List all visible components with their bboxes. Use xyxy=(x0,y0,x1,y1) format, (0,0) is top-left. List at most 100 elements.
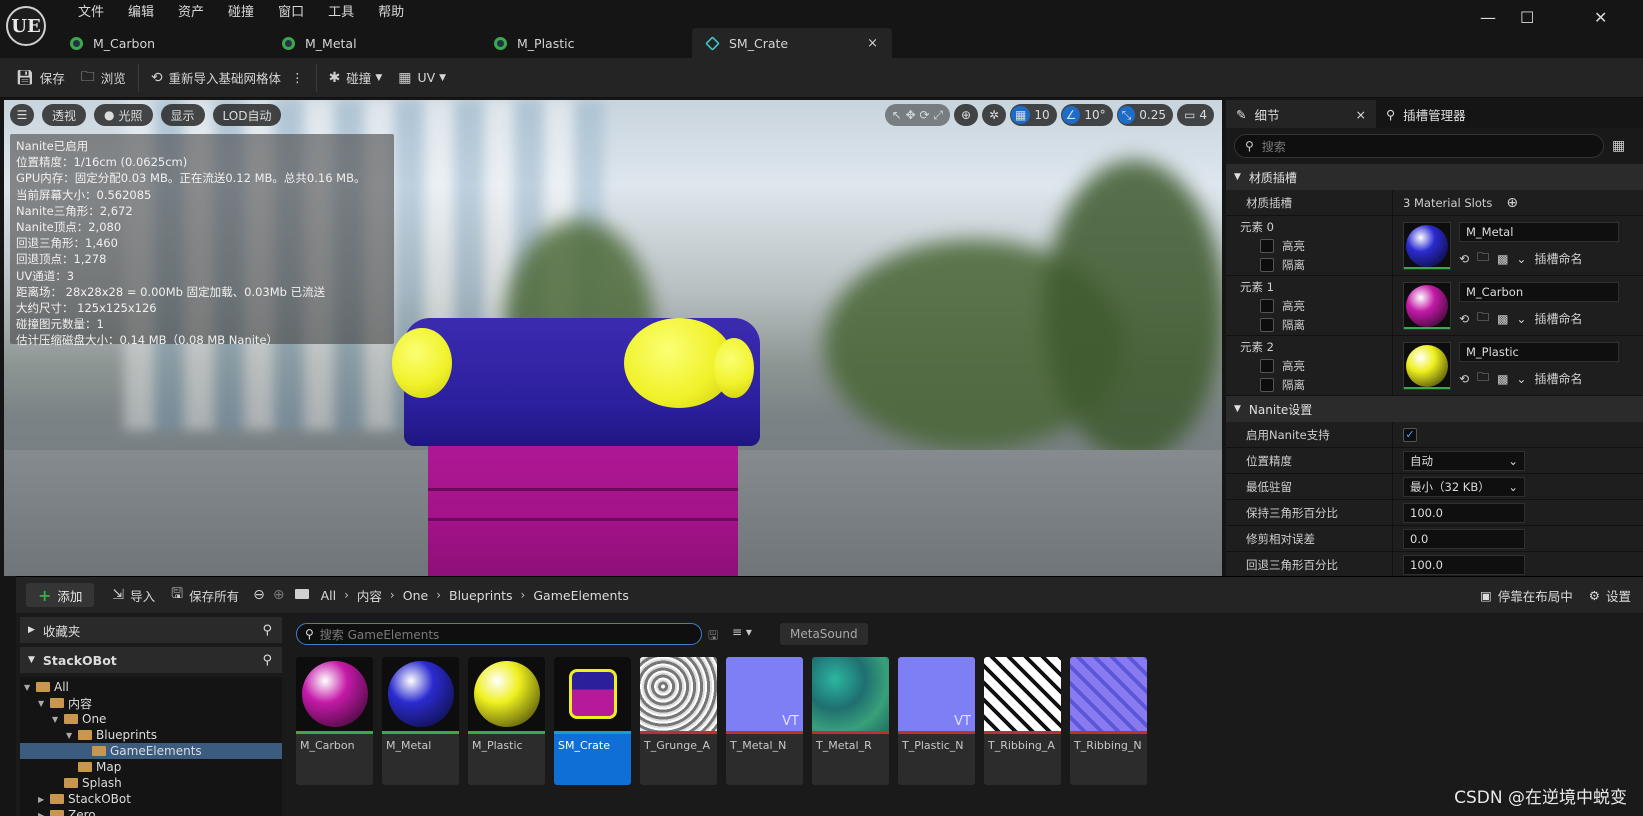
save-all-button[interactable]: 🖫 保存所有 xyxy=(163,581,247,609)
isolate-checkbox[interactable] xyxy=(1260,257,1274,272)
transform-modes[interactable]: ↖ ✥ ⟳ ⤢ xyxy=(884,104,951,126)
breadcrumb-item[interactable]: 内容 xyxy=(357,586,382,605)
menu-item[interactable]: 碰撞 xyxy=(216,4,266,22)
chevron-down-icon[interactable]: ⌄ xyxy=(1516,312,1526,326)
enable-nanite-checkbox[interactable]: ✓ xyxy=(1403,427,1417,442)
highlight-checkbox-row[interactable]: 高亮 xyxy=(1240,358,1305,374)
viewport-menu-button[interactable]: ☰ xyxy=(10,104,34,126)
breadcrumb-item[interactable]: Blueprints xyxy=(449,588,513,603)
browse-folder-icon[interactable]: 🗀 xyxy=(1477,368,1489,389)
lod-button[interactable]: LOD自动 xyxy=(212,104,282,126)
asset-tile[interactable]: M_Metal xyxy=(382,657,459,785)
setting-number-field[interactable]: 100.0 xyxy=(1403,554,1525,575)
checker-icon[interactable]: ▩ xyxy=(1497,312,1508,326)
collision-dropdown[interactable]: ✱ 碰撞 ▼ xyxy=(321,64,391,92)
more-options-icon[interactable]: ⋮ xyxy=(291,70,304,85)
chevron-down-icon[interactable]: ⌄ xyxy=(1516,372,1526,386)
folder-tree-item[interactable]: Splash xyxy=(20,775,282,791)
isolate-checkbox-row[interactable]: 隔离 xyxy=(1240,317,1305,333)
reset-arrow-icon[interactable]: ⟲ xyxy=(1459,252,1469,266)
setting-number-field[interactable]: 100.0 xyxy=(1403,502,1525,523)
asset-tile[interactable]: T_Ribbing_A xyxy=(984,657,1061,785)
folder-tree-item[interactable]: ▼ Blueprints xyxy=(20,727,282,743)
lighting-button[interactable]: ● 光照 xyxy=(94,104,153,126)
material-thumbnail[interactable] xyxy=(1403,221,1451,270)
menu-item[interactable]: 工具 xyxy=(316,4,366,22)
highlight-checkbox-row[interactable]: 高亮 xyxy=(1240,298,1305,314)
search-icon[interactable]: ⚲ xyxy=(262,653,272,668)
section-material-slots[interactable]: ▼ 材质插槽 xyxy=(1226,164,1643,190)
asset-tile[interactable]: M_Plastic xyxy=(468,657,545,785)
menu-item[interactable]: 帮助 xyxy=(366,4,416,22)
tab-details[interactable]: ✎ 细节 × xyxy=(1226,100,1376,128)
material-thumbnail[interactable] xyxy=(1403,341,1451,390)
project-header[interactable]: ▼ StackOBot ⚲ xyxy=(20,647,282,673)
breadcrumb-item[interactable]: All xyxy=(321,588,337,603)
folder-tree-item[interactable]: GameElements xyxy=(20,743,282,759)
setting-number-field[interactable]: 0.0 xyxy=(1403,528,1525,549)
isolate-checkbox-row[interactable]: 隔离 xyxy=(1240,257,1305,273)
reset-arrow-icon[interactable]: ⟲ xyxy=(1459,372,1469,386)
favorites-header[interactable]: ▶ 收藏夹 ⚲ xyxy=(20,617,282,643)
scale-snap-button[interactable]: ⤡ 0.25 xyxy=(1116,104,1174,126)
close-window-button[interactable]: ✕ xyxy=(1594,8,1607,27)
close-icon[interactable]: × xyxy=(867,36,878,51)
browse-folder-icon[interactable]: 🗀 xyxy=(1477,308,1489,329)
table-view-icon[interactable]: ▦ xyxy=(1612,138,1625,154)
details-search-input[interactable]: ⚲ 搜索 xyxy=(1234,134,1604,158)
editor-tab[interactable]: SM_Crate × xyxy=(692,28,892,58)
add-slot-icon[interactable]: ⊕ xyxy=(1506,195,1518,211)
setting-dropdown[interactable]: 自动 ⌄ xyxy=(1403,450,1525,471)
world-local-toggle[interactable]: ⊕ xyxy=(954,104,979,126)
menu-item[interactable]: 窗口 xyxy=(266,4,316,22)
show-button[interactable]: 显示 xyxy=(160,104,205,126)
checker-icon[interactable]: ▩ xyxy=(1497,252,1508,266)
filter-icon[interactable]: ≡ ▾ xyxy=(732,625,752,639)
close-icon[interactable]: × xyxy=(1356,107,1366,122)
reset-arrow-icon[interactable]: ⟲ xyxy=(1459,312,1469,326)
menu-item[interactable]: 资产 xyxy=(166,4,216,22)
editor-tab[interactable]: M_Plastic xyxy=(480,28,692,58)
menu-item[interactable]: 编辑 xyxy=(116,4,166,22)
isolate-checkbox[interactable] xyxy=(1260,377,1274,392)
unreal-logo[interactable]: UE xyxy=(6,6,46,46)
section-nanite[interactable]: ▼ Nanite设置 xyxy=(1226,396,1643,422)
material-name-field[interactable]: M_Carbon xyxy=(1459,282,1619,302)
isolate-checkbox-row[interactable]: 隔离 xyxy=(1240,377,1305,393)
highlight-checkbox[interactable] xyxy=(1260,358,1274,373)
checker-icon[interactable]: ▩ xyxy=(1497,372,1508,386)
folder-tree-item[interactable]: Map xyxy=(20,759,282,775)
search-icon[interactable]: ⚲ xyxy=(262,623,272,638)
settings-button[interactable]: ⚙ 设置 xyxy=(1589,586,1631,605)
breadcrumb-item[interactable]: GameElements xyxy=(533,588,628,603)
back-icon[interactable]: ⊖ xyxy=(253,587,265,603)
add-button[interactable]: + 添加 xyxy=(26,583,95,607)
uv-dropdown[interactable]: ▦ UV ▼ xyxy=(390,64,454,92)
chevron-down-icon[interactable]: ⌄ xyxy=(1516,252,1526,266)
material-name-field[interactable]: M_Metal xyxy=(1459,222,1619,242)
folder-tree-item[interactable]: ▶ StackOBot xyxy=(20,791,282,807)
perspective-button[interactable]: 透视 xyxy=(42,104,87,126)
forward-icon[interactable]: ⊕ xyxy=(273,587,285,603)
dock-in-layout-button[interactable]: ▣ 停靠在布局中 xyxy=(1480,586,1573,605)
isolate-checkbox[interactable] xyxy=(1260,317,1274,332)
asset-tile[interactable]: M_Carbon xyxy=(296,657,373,785)
folder-tree-item[interactable]: ▶ Zero xyxy=(20,807,282,816)
breadcrumb-item[interactable]: One xyxy=(403,588,428,603)
highlight-checkbox[interactable] xyxy=(1260,238,1274,253)
save-search-icon[interactable]: 🖫 xyxy=(708,626,718,647)
minimize-button[interactable]: — xyxy=(1480,8,1496,27)
surface-snap-button[interactable]: ✲ xyxy=(982,104,1007,126)
reimport-button[interactable]: ⟲ 重新导入基础网格体 ⋮ xyxy=(143,64,312,92)
asset-tile[interactable]: VT T_Plastic_N xyxy=(898,657,975,785)
maximize-button[interactable]: ☐ xyxy=(1520,8,1534,27)
camera-speed-button[interactable]: ▭ 4 xyxy=(1177,104,1214,126)
material-thumbnail[interactable] xyxy=(1403,281,1451,330)
mesh-viewport[interactable]: ☰ 透视 ● 光照 显示 LOD自动 ↖ ✥ ⟳ ⤢ ⊕ ✲ ▦ 10 ∠ 10° ⤡… xyxy=(4,100,1222,576)
asset-tile[interactable]: T_Metal_R xyxy=(812,657,889,785)
setting-dropdown[interactable]: 最小（32 KB） ⌄ xyxy=(1403,476,1525,497)
browse-button[interactable]: 🗀 浏览 xyxy=(73,64,134,92)
asset-search-input[interactable]: ⚲ 搜索 GameElements xyxy=(296,623,702,645)
editor-tab[interactable]: M_Metal xyxy=(268,28,480,58)
folder-tree-item[interactable]: ▼ One xyxy=(20,711,282,727)
